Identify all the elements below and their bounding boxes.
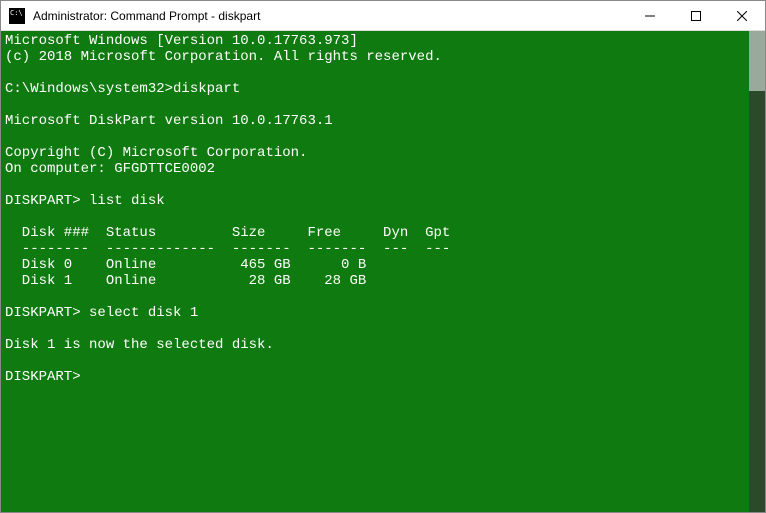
terminal-output: Microsoft Windows [Version 10.0.17763.97… — [1, 31, 765, 387]
window-controls — [627, 1, 765, 30]
window-title: Administrator: Command Prompt - diskpart — [31, 9, 627, 23]
scrollbar-thumb[interactable] — [749, 31, 765, 91]
close-button[interactable] — [719, 1, 765, 30]
scrollbar-track[interactable] — [749, 31, 765, 512]
cmd-icon — [9, 8, 25, 24]
window-titlebar[interactable]: Administrator: Command Prompt - diskpart — [1, 1, 765, 31]
minimize-button[interactable] — [627, 1, 673, 30]
maximize-button[interactable] — [673, 1, 719, 30]
terminal-area[interactable]: Microsoft Windows [Version 10.0.17763.97… — [1, 31, 765, 512]
